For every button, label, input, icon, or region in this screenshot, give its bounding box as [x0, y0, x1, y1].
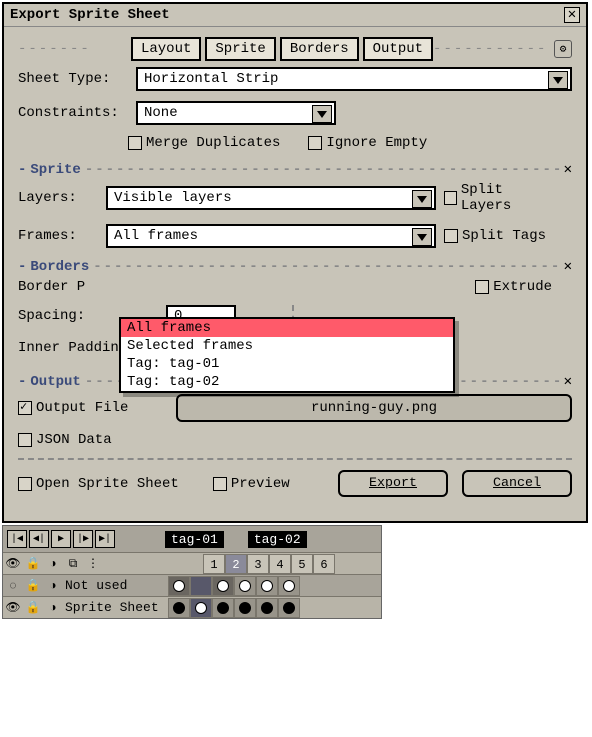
cel[interactable] — [278, 576, 300, 596]
eye-icon[interactable]: ◌ — [3, 579, 23, 593]
menu-icon[interactable]: ⋮ — [83, 556, 103, 571]
first-frame-icon[interactable]: |◀ — [7, 530, 27, 548]
link-icon[interactable]: ⧉ — [63, 557, 83, 571]
cel[interactable] — [234, 598, 256, 618]
output-file-button[interactable]: running-guy.png — [176, 394, 572, 422]
frame-header[interactable]: 4 — [269, 554, 291, 574]
sheet-type-label: Sheet Type: — [18, 71, 128, 87]
output-file-checkbox[interactable]: Output File — [18, 400, 148, 416]
lock-icon[interactable]: 🔒 — [23, 556, 43, 571]
borders-section-title: Borders — [30, 259, 89, 275]
divider: ------- — [18, 41, 131, 57]
gear-icon[interactable]: ⚙ — [554, 40, 572, 58]
close-icon[interactable]: ✕ — [564, 7, 580, 23]
next-frame-icon[interactable]: |▶ — [73, 530, 93, 548]
last-frame-icon[interactable]: ▶| — [95, 530, 115, 548]
tab-layout[interactable]: Layout — [131, 37, 201, 61]
constraints-value: None — [144, 105, 178, 121]
cel[interactable] — [168, 598, 190, 618]
split-layers-checkbox[interactable]: Split Layers — [444, 182, 552, 214]
frames-dropdown[interactable]: All frames Selected frames Tag: tag-01 T… — [119, 317, 455, 393]
frames-label: Frames: — [18, 228, 98, 244]
onion-icon[interactable]: ◑ — [43, 579, 63, 593]
collapse-output-icon[interactable]: ✕ — [564, 373, 572, 390]
chevron-down-icon[interactable] — [412, 190, 432, 208]
cel[interactable] — [190, 598, 212, 618]
tab-sprite[interactable]: Sprite — [205, 37, 275, 61]
layer-name[interactable]: Sprite Sheet — [63, 600, 168, 615]
lock-icon[interactable]: 🔒 — [23, 578, 43, 593]
split-tags-checkbox[interactable]: Split Tags — [444, 228, 546, 244]
frame-header[interactable]: 1 — [203, 554, 225, 574]
json-data-checkbox[interactable]: JSON Data — [18, 432, 112, 448]
collapse-borders-icon[interactable]: ✕ — [564, 258, 572, 275]
border-padding-label: Border P — [18, 279, 128, 295]
dialog-title: Export Sprite Sheet — [10, 7, 170, 23]
chevron-down-icon[interactable] — [412, 228, 432, 246]
eye-icon[interactable]: 👁 — [3, 600, 23, 615]
cel[interactable] — [212, 598, 234, 618]
export-button[interactable]: Export — [338, 470, 448, 497]
constraints-select[interactable]: None — [136, 101, 336, 125]
sprite-section-title: Sprite — [30, 162, 80, 178]
frame-header[interactable]: 2 — [225, 554, 247, 574]
lock-icon[interactable]: 🔒 — [23, 600, 43, 615]
frames-select[interactable]: All frames — [106, 224, 436, 248]
tag-chip[interactable]: tag-02 — [248, 531, 307, 548]
output-section-title: Output — [30, 374, 80, 390]
chevron-down-icon[interactable] — [548, 71, 568, 89]
chevron-down-icon[interactable] — [312, 105, 332, 123]
cel[interactable] — [168, 576, 190, 596]
dropdown-item[interactable]: All frames — [121, 319, 453, 337]
sheet-type-value: Horizontal Strip — [144, 71, 278, 87]
collapse-sprite-icon[interactable]: ✕ — [564, 161, 572, 178]
dropdown-item[interactable]: Tag: tag-01 — [121, 355, 453, 373]
onion-icon[interactable]: ◑ — [43, 601, 63, 615]
layer-name[interactable]: Not used — [63, 578, 168, 593]
tab-borders[interactable]: Borders — [280, 37, 359, 61]
frame-header[interactable]: 3 — [247, 554, 269, 574]
layers-select[interactable]: Visible layers — [106, 186, 436, 210]
cel[interactable] — [256, 598, 278, 618]
cel[interactable] — [256, 576, 278, 596]
cel[interactable] — [190, 576, 212, 596]
dropdown-item[interactable]: Tag: tag-02 — [121, 373, 453, 391]
cel[interactable] — [278, 598, 300, 618]
merge-duplicates-checkbox[interactable]: Merge Duplicates — [128, 135, 280, 151]
cancel-button[interactable]: Cancel — [462, 470, 572, 497]
play-icon[interactable]: ▶ — [51, 530, 71, 548]
dropdown-item[interactable]: Selected frames — [121, 337, 453, 355]
cel[interactable] — [212, 576, 234, 596]
frames-value: All frames — [114, 228, 198, 244]
preview-checkbox[interactable]: Preview — [213, 476, 290, 492]
tab-output[interactable]: Output — [363, 37, 433, 61]
frame-header[interactable]: 5 — [291, 554, 313, 574]
open-sprite-sheet-checkbox[interactable]: Open Sprite Sheet — [18, 476, 179, 492]
extrude-checkbox[interactable]: Extrude — [475, 279, 552, 295]
tag-chip[interactable]: tag-01 — [165, 531, 224, 548]
layers-value: Visible layers — [114, 190, 232, 206]
eye-icon[interactable]: 👁 — [3, 556, 23, 571]
frame-header[interactable]: 6 — [313, 554, 335, 574]
sheet-type-select[interactable]: Horizontal Strip — [136, 67, 572, 91]
constraints-label: Constraints: — [18, 105, 128, 121]
prev-frame-icon[interactable]: ◀| — [29, 530, 49, 548]
cel[interactable] — [234, 576, 256, 596]
ignore-empty-checkbox[interactable]: Ignore Empty — [308, 135, 427, 151]
onion-icon[interactable]: ◑ — [43, 557, 63, 571]
layers-label: Layers: — [18, 190, 98, 206]
divider: ------------ — [433, 41, 546, 57]
